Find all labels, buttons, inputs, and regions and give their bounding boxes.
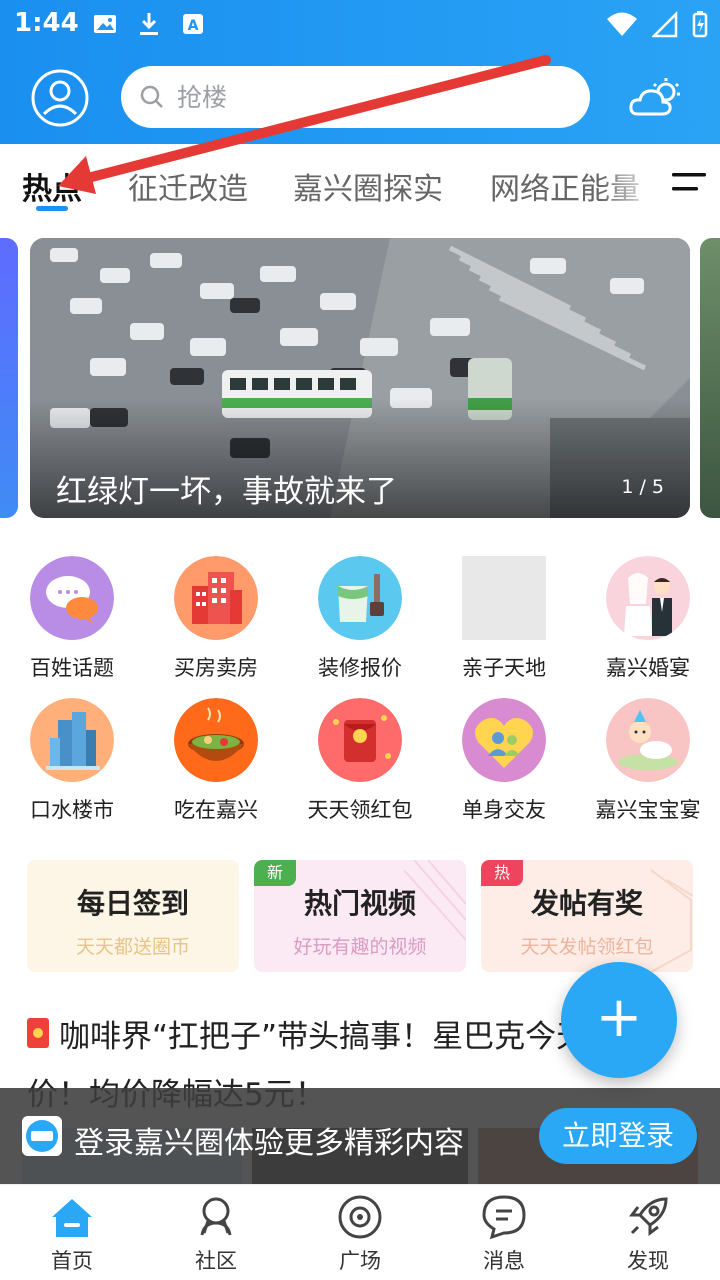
wifi-icon (607, 12, 637, 36)
card-subtitle: 天天发帖领红包 (520, 936, 654, 958)
grid-item-house[interactable]: 买房卖房 (144, 556, 288, 686)
grid-label: 吃在嘉兴 (174, 798, 258, 822)
tab-relocation[interactable]: 征迁改造 (128, 164, 248, 208)
signal-icon (652, 10, 678, 38)
banner-pager: 1 / 5 (621, 476, 664, 498)
grid-label: 亲子天地 (462, 656, 546, 680)
banner-next-peek[interactable] (700, 238, 720, 518)
community-icon (200, 1197, 232, 1236)
building-icon (174, 556, 258, 640)
nav-home[interactable]: 首页 (0, 1185, 144, 1280)
grid-item-redpacket[interactable]: 天天领红包 (288, 698, 432, 828)
nav-plaza[interactable]: 广场 (288, 1185, 432, 1280)
search-bar[interactable] (121, 66, 590, 128)
grid-item-property[interactable]: 口水楼市 (0, 698, 144, 828)
grid-item-dating[interactable]: 单身交友 (432, 698, 576, 828)
bride-groom-icon (606, 556, 690, 640)
banner-title: 红绿灯一坏，事故就来了 (56, 474, 397, 510)
grid-label: 买房卖房 (174, 656, 258, 680)
plaza-icon (338, 1195, 382, 1239)
grid-label: 百姓话题 (30, 656, 114, 680)
status-time: 1:44 (14, 8, 79, 38)
banner-carousel[interactable]: 红绿灯一坏，事故就来了 1 / 5 (30, 238, 690, 518)
app-logo-icon (22, 1116, 62, 1156)
hotpot-icon (174, 698, 258, 782)
skyscraper-icon (30, 698, 114, 782)
text-app-icon: A (183, 14, 203, 34)
nav-label: 社区 (195, 1249, 237, 1273)
card-title: 发帖有奖 (530, 887, 643, 920)
nav-messages[interactable]: 消息 (432, 1185, 576, 1280)
card-title: 每日签到 (76, 887, 189, 920)
grid-item-wedding[interactable]: 嘉兴婚宴 (576, 556, 720, 686)
nav-label: 首页 (51, 1249, 93, 1273)
card-subtitle: 好玩有趣的视频 (293, 936, 427, 958)
grid-label: 嘉兴婚宴 (606, 656, 690, 680)
nav-discover[interactable]: 发现 (576, 1185, 720, 1280)
tab-jiaxing-explore[interactable]: 嘉兴圈探实 (293, 164, 443, 208)
hot-video-card[interactable]: 新 热门视频 好玩有趣的视频 (254, 860, 466, 972)
grid-label: 口水楼市 (30, 798, 114, 822)
card-title: 热门视频 (303, 887, 416, 920)
rocket-icon (629, 1197, 668, 1236)
nav-label: 发现 (627, 1249, 669, 1273)
login-now-button[interactable]: 立即登录 (539, 1108, 697, 1164)
status-bar: 1:44 A (0, 0, 720, 50)
tab-hot[interactable]: 热点 (22, 164, 82, 208)
placeholder-icon (462, 556, 546, 640)
svg-text:A: A (188, 18, 199, 34)
image-notification-icon (94, 15, 116, 33)
grid-item-food[interactable]: 吃在嘉兴 (144, 698, 288, 828)
weather-cloud-icon[interactable] (626, 74, 684, 122)
nav-community[interactable]: 社区 (144, 1185, 288, 1280)
grid-item-topics[interactable]: 百姓话题 (0, 556, 144, 686)
daily-checkin-card[interactable]: 每日签到 天天都送圈币 (27, 860, 239, 972)
bottom-navigation: 首页 社区 广场 消息 发现 (0, 1184, 720, 1280)
download-icon (140, 13, 158, 35)
create-post-button[interactable]: + (561, 962, 677, 1078)
user-avatar-button[interactable] (30, 68, 90, 128)
grid-label: 天天领红包 (307, 798, 413, 822)
message-icon (482, 1195, 526, 1240)
search-icon (140, 85, 163, 108)
grid-label: 单身交友 (462, 798, 546, 822)
banner-prev-peek[interactable] (0, 238, 18, 518)
grid-label: 装修报价 (318, 656, 402, 680)
grid-label: 嘉兴宝宝宴 (595, 798, 701, 822)
app-header: 1:44 A (0, 0, 720, 144)
login-prompt-bar: 登录嘉兴圈体验更多精彩内容 立即登录 (0, 1088, 720, 1184)
active-tab-indicator (36, 206, 68, 211)
grid-item-baby[interactable]: 嘉兴宝宝宴 (576, 698, 720, 828)
login-prompt-text: 登录嘉兴圈体验更多精彩内容 (74, 1126, 464, 1161)
home-icon (52, 1199, 92, 1237)
post-reward-card[interactable]: 热 发帖有奖 天天发帖领红包 (481, 860, 693, 972)
card-subtitle: 天天都送圈币 (75, 936, 190, 958)
search-input[interactable] (177, 82, 557, 112)
grid-item-parenting[interactable]: 亲子天地 (432, 556, 576, 686)
heart-couple-icon (462, 698, 546, 782)
grid-item-decor[interactable]: 装修报价 (288, 556, 432, 686)
battery-icon (692, 11, 708, 38)
baby-icon (606, 698, 690, 782)
tab-menu-icon[interactable] (672, 172, 706, 192)
paint-bucket-icon (318, 556, 402, 640)
nav-label: 广场 (339, 1249, 381, 1273)
red-envelope-icon (318, 698, 402, 782)
chat-bubbles-icon (30, 556, 114, 640)
nav-label: 消息 (483, 1249, 525, 1273)
